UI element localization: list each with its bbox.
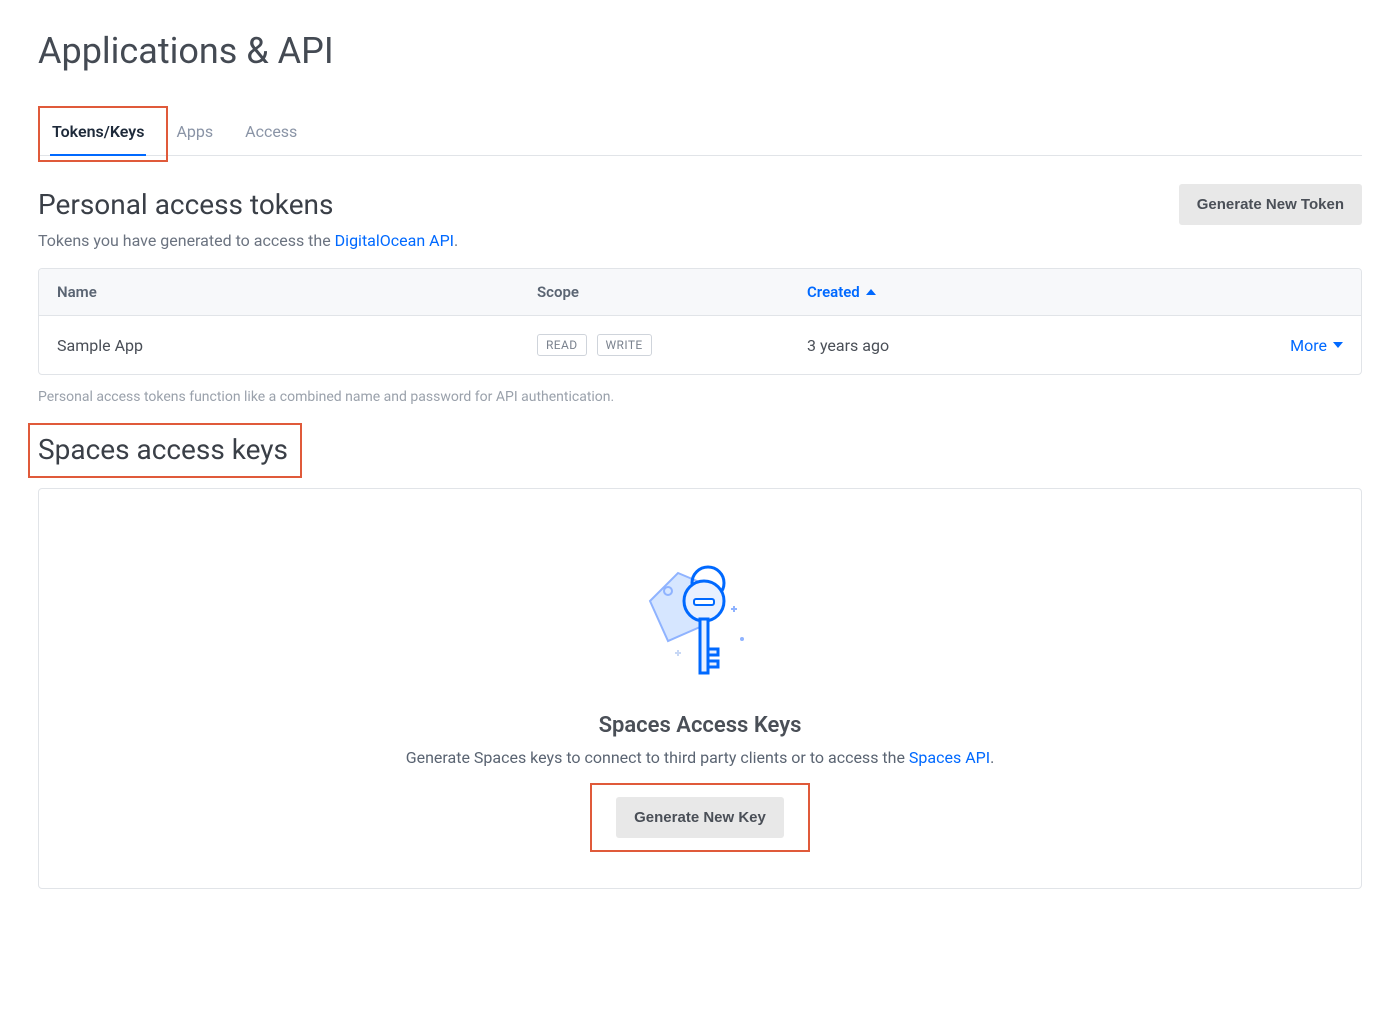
spaces-empty-desc-suffix: . xyxy=(990,748,994,767)
spaces-empty-title: Spaces Access Keys xyxy=(79,713,1321,738)
scope-badge-write: WRITE xyxy=(597,334,652,356)
col-header-actions xyxy=(1107,283,1343,301)
pat-subtext-prefix: Tokens you have generated to access the xyxy=(38,231,335,250)
col-header-created[interactable]: Created xyxy=(807,283,1107,301)
token-more-label: More xyxy=(1290,336,1327,355)
token-scopes: READ WRITE xyxy=(537,334,807,356)
scope-badge-read: READ xyxy=(537,334,587,356)
token-more-menu[interactable]: More xyxy=(1290,336,1343,355)
table-row: Sample App READ WRITE 3 years ago More xyxy=(39,316,1361,374)
pat-footnote: Personal access tokens function like a c… xyxy=(38,389,1362,405)
page-title: Applications & API xyxy=(38,30,1362,72)
digitalocean-api-link[interactable]: DigitalOcean API xyxy=(335,231,454,250)
col-header-scope[interactable]: Scope xyxy=(537,283,807,301)
tabs-bar: Tokens/Keys Apps Access xyxy=(38,112,1362,156)
pat-subtext-suffix: . xyxy=(454,231,458,250)
key-icon xyxy=(630,549,770,689)
token-name: Sample App xyxy=(57,336,537,355)
pat-table: Name Scope Created Sample App READ WRITE… xyxy=(38,268,1362,375)
generate-new-token-button[interactable]: Generate New Token xyxy=(1179,184,1362,225)
generate-new-key-button[interactable]: Generate New Key xyxy=(616,797,784,838)
pat-subtext: Tokens you have generated to access the … xyxy=(38,231,1362,250)
spaces-empty-panel: Spaces Access Keys Generate Spaces keys … xyxy=(38,488,1362,889)
spaces-empty-desc: Generate Spaces keys to connect to third… xyxy=(79,748,1321,767)
spaces-heading: Spaces access keys xyxy=(38,433,288,466)
token-created: 3 years ago xyxy=(807,336,1107,355)
tab-apps[interactable]: Apps xyxy=(174,112,215,155)
pat-heading: Personal access tokens xyxy=(38,188,333,221)
spaces-empty-desc-prefix: Generate Spaces keys to connect to third… xyxy=(406,748,909,767)
tab-tokens-keys[interactable]: Tokens/Keys xyxy=(50,112,146,155)
spaces-api-link[interactable]: Spaces API xyxy=(909,748,990,767)
col-header-name[interactable]: Name xyxy=(57,283,537,301)
pat-table-header: Name Scope Created xyxy=(39,269,1361,316)
sort-ascending-icon xyxy=(866,289,876,295)
col-header-created-label: Created xyxy=(807,283,860,301)
tab-access[interactable]: Access xyxy=(243,112,299,155)
chevron-down-icon xyxy=(1333,342,1343,348)
